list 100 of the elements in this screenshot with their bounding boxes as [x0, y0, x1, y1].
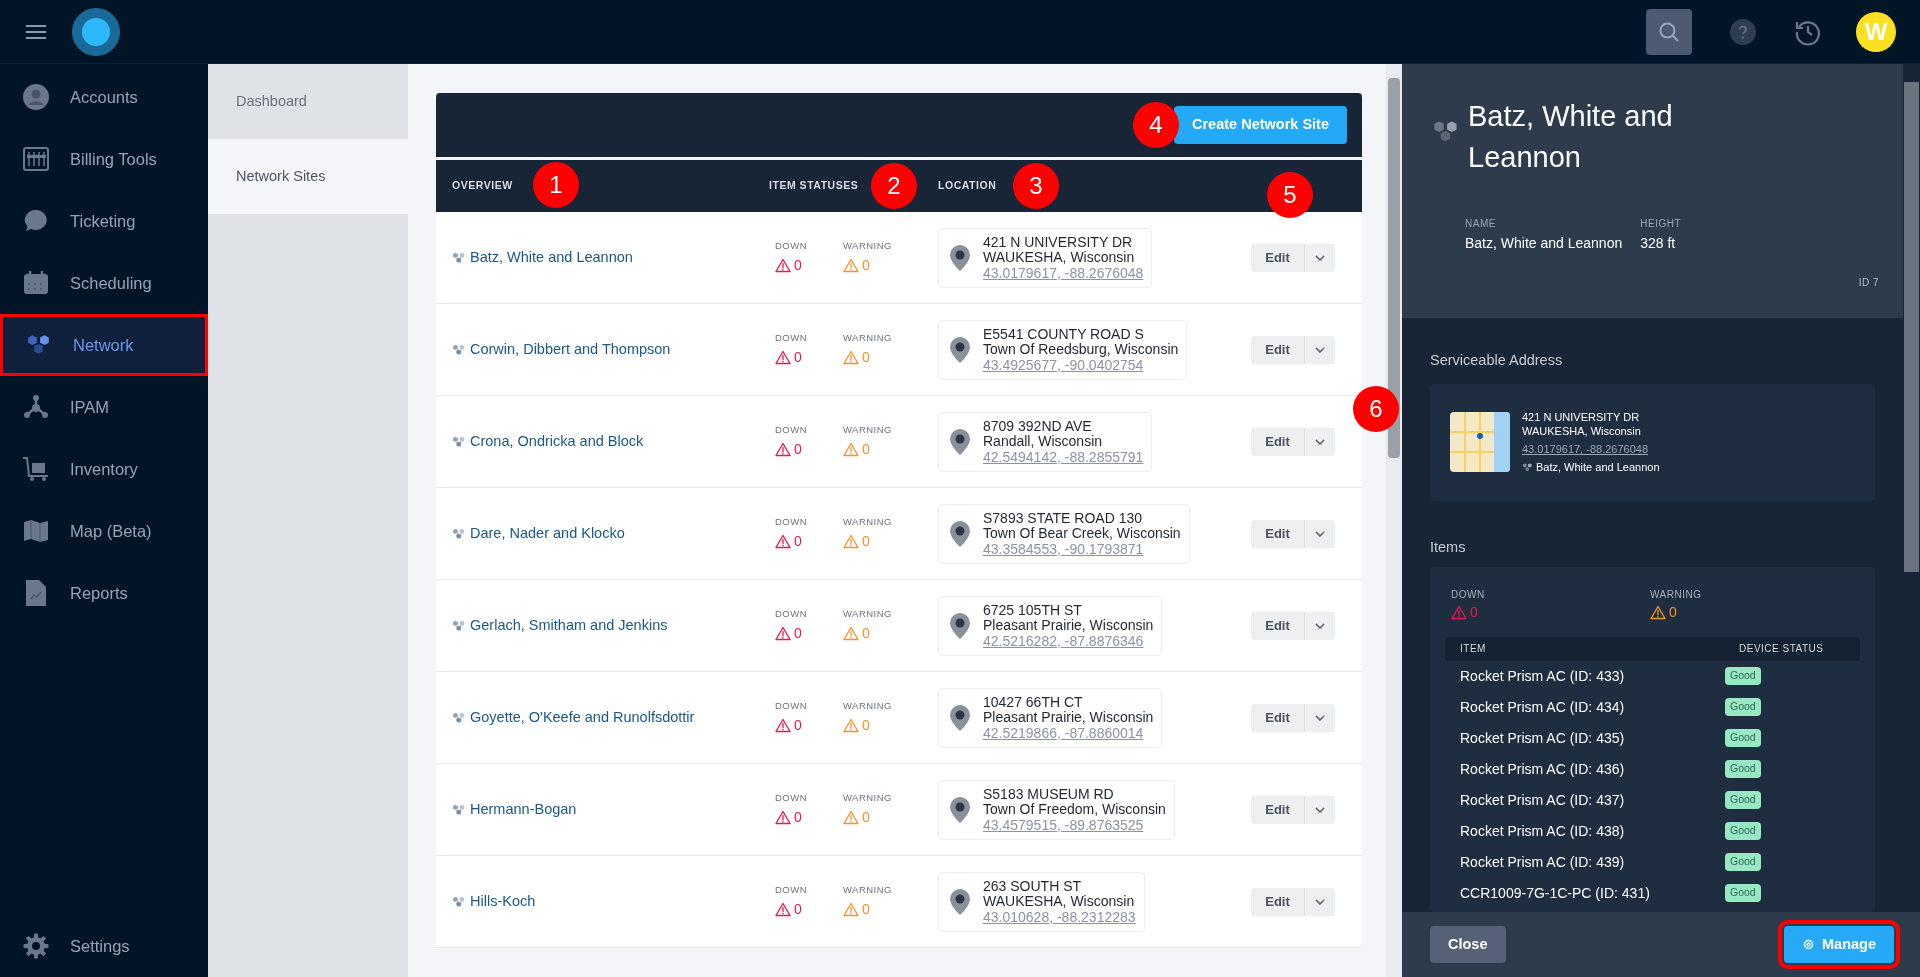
gear-icon: [1802, 938, 1815, 951]
site-name-link[interactable]: Hills-Koch: [470, 890, 536, 913]
dropdown-caret-icon[interactable]: [1305, 243, 1335, 272]
column-header: LOCATION: [938, 178, 997, 194]
warning-icon: [1451, 604, 1467, 620]
item-name: Rocket Prism AC (ID: 433): [1460, 666, 1626, 686]
column-header: ITEM: [1460, 642, 1487, 656]
logo-icon: [72, 7, 120, 56]
status-label: WARNING: [843, 238, 892, 253]
sidebar-item[interactable]: Billing Tools: [0, 128, 208, 190]
field-label: NAME: [1465, 217, 1497, 231]
site-name-link[interactable]: Batz, White and Leannon: [470, 246, 633, 269]
status-label: DOWN: [775, 238, 807, 253]
warning-icon: [843, 258, 859, 274]
address-line: Town Of Freedom, Wisconsin: [983, 801, 1166, 817]
edit-button[interactable]: Edit: [1251, 427, 1305, 456]
sidebar-item[interactable]: Map (Beta): [0, 500, 208, 562]
warning-icon: [775, 902, 791, 918]
warning-icon: [775, 534, 791, 550]
status-count: 0: [794, 624, 802, 644]
warning-icon: [1650, 604, 1666, 620]
sidebar-item[interactable]: Accounts: [0, 66, 208, 128]
sidebar-item[interactable]: Settings: [0, 921, 208, 971]
status-count: 0: [794, 348, 802, 368]
edit-button[interactable]: Edit: [1251, 703, 1305, 732]
map-pin-icon: [949, 335, 971, 364]
site-name: Batz, White and Leannon: [1536, 460, 1660, 475]
status-label: DOWN: [775, 882, 807, 897]
address-line: WAUKESHA, Wisconsin: [1522, 424, 1642, 439]
status-label: DOWN: [775, 330, 807, 345]
warning-icon: [775, 810, 791, 826]
network-site-icon: [452, 802, 466, 817]
edit-button[interactable]: Edit: [1251, 335, 1305, 364]
status-badge: Good: [1725, 760, 1761, 778]
sidebar-item[interactable]: Scheduling: [0, 252, 208, 314]
help-icon[interactable]: [1730, 18, 1756, 45]
status-label: WARNING: [843, 422, 892, 437]
address-line: Town Of Bear Creek, Wisconsin: [983, 525, 1181, 541]
network-site-icon: [452, 526, 466, 541]
status-count: 0: [794, 440, 802, 460]
subnav-item[interactable]: Network Sites: [208, 139, 408, 214]
item-name: Rocket Prism AC (ID: 436): [1460, 759, 1626, 779]
status-count: 0: [794, 900, 802, 920]
dropdown-caret-icon[interactable]: [1305, 611, 1335, 640]
address-line: 263 SOUTH ST: [983, 878, 1083, 894]
abacus-icon: [22, 146, 50, 172]
dropdown-caret-icon[interactable]: [1305, 703, 1335, 732]
sidebar-item[interactable]: Ticketing: [0, 190, 208, 252]
edit-button[interactable]: Edit: [1251, 795, 1305, 824]
sidebar-item[interactable]: IPAM: [0, 376, 208, 438]
scrollbar[interactable]: [1386, 64, 1402, 977]
dropdown-caret-icon[interactable]: [1305, 795, 1335, 824]
status-label: DOWN: [775, 606, 807, 621]
site-name-link[interactable]: Crona, Ondricka and Block: [470, 430, 644, 453]
field-value: Batz, White and Leannon: [1465, 234, 1623, 253]
address-line: Town Of Reedsburg, Wisconsin: [983, 341, 1179, 357]
status-count: 0: [794, 716, 802, 736]
status-badge: Good: [1725, 853, 1761, 871]
dropdown-caret-icon[interactable]: [1305, 519, 1335, 548]
warning-icon: [843, 902, 859, 918]
site-name-link[interactable]: Goyette, O'Keefe and Runolfsdottir: [470, 706, 695, 729]
sidebar-item[interactable]: Network: [0, 314, 208, 376]
edit-button[interactable]: Edit: [1251, 519, 1305, 548]
site-name-link[interactable]: Hermann-Bogan: [470, 798, 577, 821]
warning-icon: [843, 810, 859, 826]
dropdown-caret-icon[interactable]: [1305, 887, 1335, 916]
status-count: 0: [862, 716, 870, 736]
edit-button[interactable]: Edit: [1251, 887, 1305, 916]
search-button[interactable]: [1646, 8, 1692, 55]
address-line: 8709 392ND AVE: [983, 418, 1093, 434]
network-site-icon: [452, 250, 466, 265]
item-name: Rocket Prism AC (ID: 439): [1460, 852, 1626, 872]
network-site-icon: [452, 894, 466, 909]
sidebar-item[interactable]: Inventory: [0, 438, 208, 500]
sidebar-item[interactable]: Reports: [0, 562, 208, 624]
coordinates-link[interactable]: 43.0179617, -88.2676048: [1522, 442, 1660, 457]
site-name-link[interactable]: Dare, Nader and Klocko: [470, 522, 625, 545]
status-count: 0: [1669, 602, 1677, 622]
edit-button[interactable]: Edit: [1251, 243, 1305, 272]
settings-icon: [22, 933, 50, 959]
network-site-icon: [452, 618, 466, 633]
site-name-link[interactable]: Corwin, Dibbert and Thompson: [470, 338, 671, 361]
address-line: E5541 COUNTY ROAD S: [983, 326, 1145, 342]
warning-icon: [775, 442, 791, 458]
column-header: DEVICE STATUS: [1739, 642, 1825, 656]
status-count: 0: [1470, 602, 1478, 622]
map-pin-icon: [949, 519, 971, 548]
subnav-item[interactable]: Dashboard: [208, 64, 408, 139]
site-name-link[interactable]: Gerlach, Smitham and Jenkins: [470, 614, 668, 637]
dropdown-caret-icon[interactable]: [1305, 427, 1335, 456]
address-line: 421 N UNIVERSITY DR: [983, 234, 1134, 250]
warning-icon: [843, 718, 859, 734]
close-button[interactable]: Close: [1430, 926, 1506, 963]
edit-button[interactable]: Edit: [1251, 611, 1305, 640]
network-site-icon: [1522, 461, 1533, 473]
status-count: 0: [794, 256, 802, 276]
dropdown-caret-icon[interactable]: [1305, 335, 1335, 364]
map-pin-icon: [949, 795, 971, 824]
status-label: WARNING: [843, 882, 892, 897]
field-label: HEIGHT: [1640, 217, 1681, 231]
